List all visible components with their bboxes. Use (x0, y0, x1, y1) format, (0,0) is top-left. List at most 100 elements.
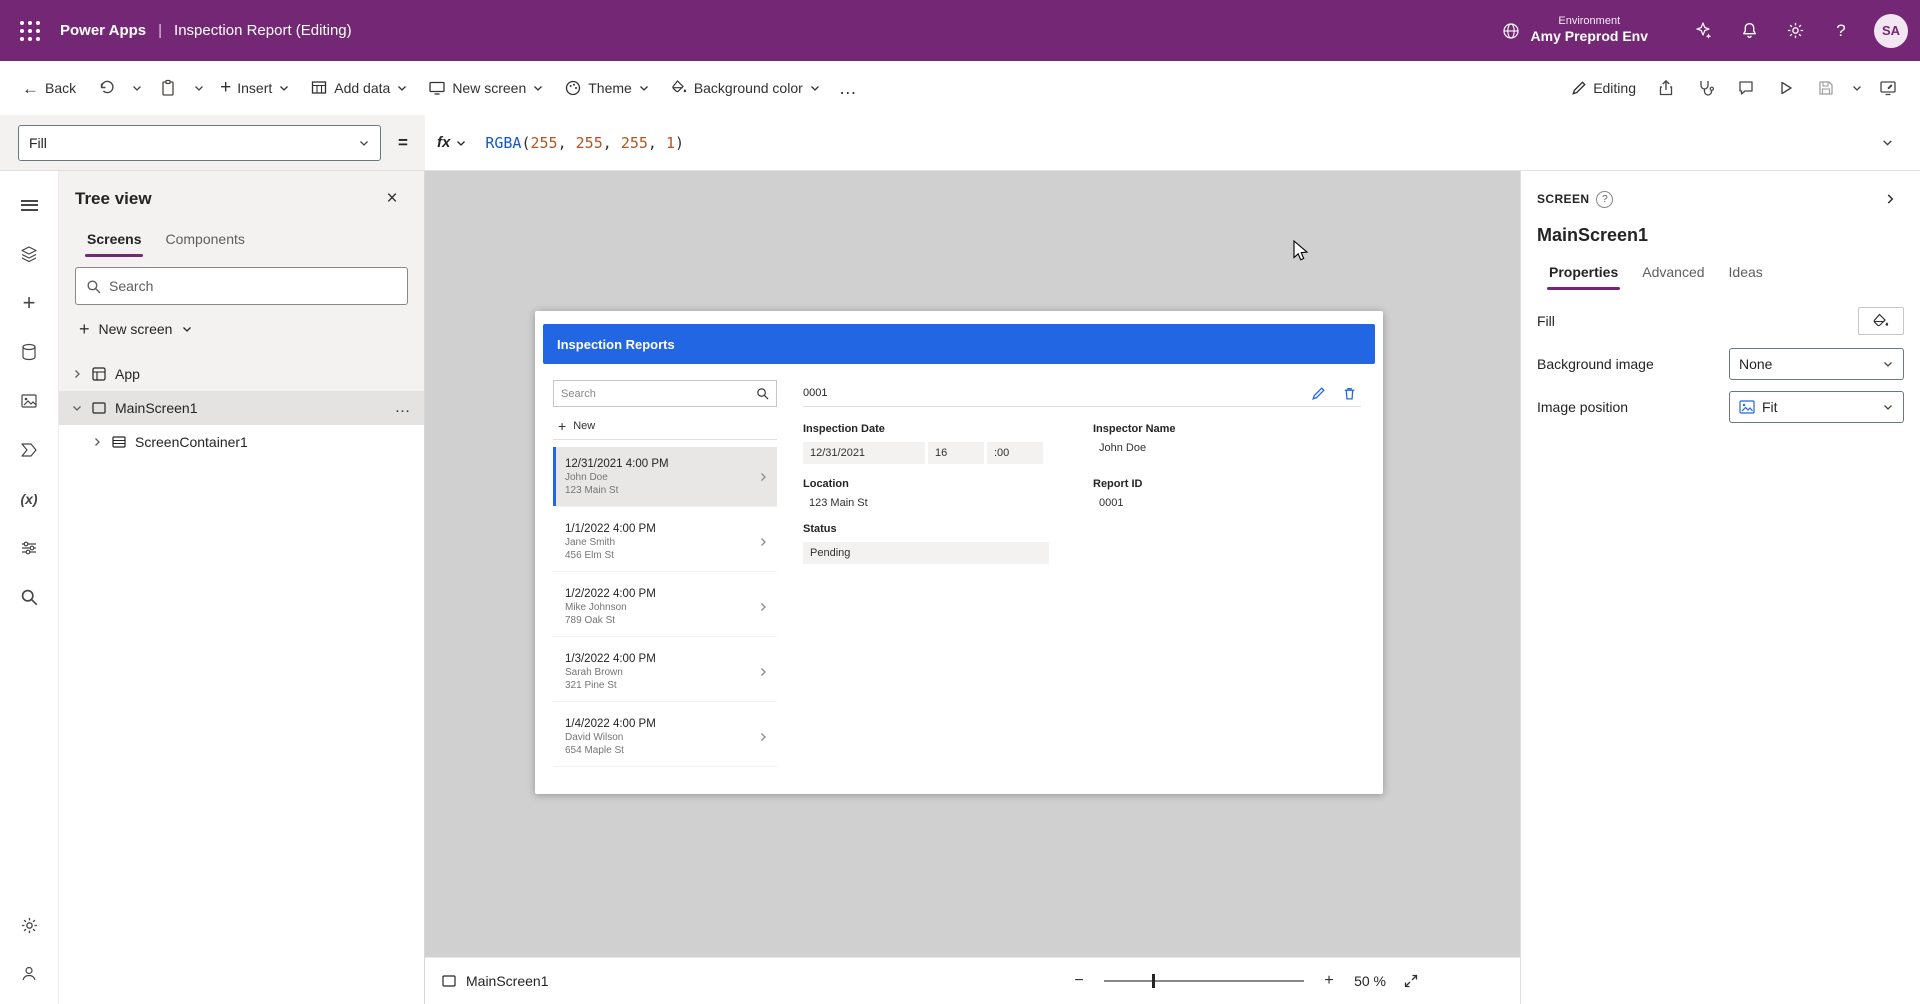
formula-bar-expand-button[interactable] (1864, 115, 1910, 170)
chevron-down-icon (1882, 401, 1894, 413)
close-tree-view-button[interactable]: × (376, 183, 408, 215)
avatar[interactable]: SA (1874, 14, 1908, 48)
save-options-dropdown[interactable] (1846, 68, 1868, 108)
inspection-date-input[interactable]: 12/31/2021 (803, 442, 925, 464)
record-list-item[interactable]: 1/3/2022 4:00 PM Sarah Brown 321 Pine St (553, 642, 777, 702)
tab-screens[interactable]: Screens (75, 221, 153, 257)
notifications-button[interactable] (1726, 8, 1772, 54)
formula-input[interactable]: RGBA(255, 255, 255, 1) (485, 134, 1864, 152)
rail-tree-view-button[interactable] (9, 234, 49, 274)
power-automate-icon (19, 440, 39, 460)
tab-components[interactable]: Components (153, 221, 256, 257)
record-list-item[interactable]: 1/1/2022 4:00 PM Jane Smith 456 Elm St (553, 512, 777, 572)
environment-picker[interactable]: Environment Amy Preprod Env (1483, 0, 1666, 61)
copilot-icon (1693, 21, 1713, 41)
waffle-menu-button[interactable] (0, 0, 60, 61)
delete-record-button[interactable] (1342, 386, 1357, 401)
background-image-select[interactable]: None (1729, 348, 1904, 380)
rail-variables-button[interactable]: (x) (9, 479, 49, 519)
rail-account-button[interactable] (9, 954, 49, 994)
inspection-minute-input[interactable]: :00 (987, 442, 1043, 464)
tab-advanced[interactable]: Advanced (1630, 254, 1716, 290)
zoom-slider[interactable] (1104, 971, 1304, 991)
current-screen-indicator[interactable]: MainScreen1 (441, 973, 549, 989)
rail-power-automate-button[interactable] (9, 430, 49, 470)
tab-ideas[interactable]: Ideas (1717, 254, 1775, 290)
preview-play-button[interactable] (1766, 68, 1806, 108)
inspection-hour-input[interactable]: 16 (928, 442, 984, 464)
field-status: Status Pending (803, 523, 1093, 564)
app-name[interactable]: Power Apps (60, 22, 146, 39)
properties-tabs: Properties Advanced Ideas (1537, 254, 1904, 290)
app-preview[interactable]: Inspection Reports + New (535, 311, 1383, 794)
image-position-select[interactable]: Fit (1729, 391, 1904, 423)
zoom-in-button[interactable]: + (1316, 968, 1342, 994)
add-data-button[interactable]: Add data (300, 68, 418, 108)
tree-item-app[interactable]: App (59, 357, 424, 391)
screen-edit-icon (1879, 79, 1897, 97)
left-rail: + (x) (0, 171, 59, 1004)
edit-record-button[interactable] (1311, 386, 1326, 401)
record-list-item[interactable]: 1/2/2022 4:00 PM Mike Johnson 789 Oak St (553, 577, 777, 637)
share-button[interactable] (1646, 68, 1686, 108)
chevron-down-icon (396, 82, 408, 94)
fx-dropdown[interactable]: fx (437, 134, 467, 151)
rail-insert-button[interactable]: + (9, 283, 49, 323)
zoom-slider-thumb[interactable] (1152, 974, 1155, 988)
help-icon: ? (1836, 21, 1845, 41)
field-report-id: Report ID 0001 (1093, 478, 1361, 509)
tab-properties[interactable]: Properties (1537, 254, 1630, 290)
save-button[interactable] (1806, 68, 1846, 108)
design-canvas[interactable]: Inspection Reports + New (425, 171, 1520, 957)
tree-new-screen-button[interactable]: + New screen (75, 307, 197, 351)
insert-button[interactable]: + Insert (210, 68, 300, 108)
settings-button[interactable] (1772, 8, 1818, 54)
zoom-out-button[interactable]: − (1066, 968, 1092, 994)
record-search-box[interactable] (553, 380, 777, 407)
tree-item-screencontainer1[interactable]: ScreenContainer1 (59, 425, 424, 459)
layers-icon (19, 244, 39, 264)
fit-to-window-button[interactable] (1398, 968, 1424, 994)
chevron-down-icon (1881, 136, 1894, 149)
environment-name: Amy Preprod Env (1531, 28, 1648, 46)
rail-settings-button[interactable] (9, 905, 49, 945)
tree-item-more-button[interactable]: … (395, 399, 413, 417)
power-apps-studio: Power Apps | Inspection Report (Editing)… (0, 0, 1920, 1004)
background-color-button[interactable]: Background color (660, 68, 831, 108)
record-search-input[interactable] (561, 388, 756, 400)
rail-advanced-tools-button[interactable] (9, 528, 49, 568)
back-button[interactable]: ← Back (12, 68, 86, 108)
new-screen-button[interactable]: New screen (418, 68, 554, 108)
rail-search-button[interactable] (9, 577, 49, 617)
rail-data-button[interactable] (9, 332, 49, 372)
record-list-item[interactable]: 1/4/2022 4:00 PM David Wilson 654 Maple … (553, 707, 777, 767)
record-list-item[interactable]: 12/31/2021 4:00 PM John Doe 123 Main St (553, 447, 777, 507)
collapse-panel-button[interactable] (1876, 185, 1904, 213)
chevron-down-icon (358, 137, 370, 149)
publish-button[interactable] (1868, 68, 1908, 108)
new-record-button[interactable]: + New (553, 412, 777, 440)
undo-button[interactable] (86, 68, 126, 108)
field-location: Location 123 Main St (803, 478, 1093, 509)
pencil-icon (1311, 386, 1326, 401)
tree-item-mainscreen1[interactable]: MainScreen1 … (59, 391, 424, 425)
theme-button[interactable]: Theme (554, 68, 660, 108)
app-checker-button[interactable] (1686, 68, 1726, 108)
toolbar-overflow-button[interactable]: … (831, 78, 866, 99)
property-selector[interactable]: Fill (18, 125, 381, 161)
collapse-rail-button[interactable] (9, 185, 49, 225)
tree-search-input[interactable] (109, 278, 397, 294)
fill-color-button[interactable] (1858, 307, 1904, 335)
tree-search-box[interactable] (75, 267, 408, 305)
paste-dropdown[interactable] (188, 68, 210, 108)
paste-button[interactable] (148, 68, 188, 108)
status-input[interactable]: Pending (803, 542, 1049, 564)
copilot-button[interactable] (1680, 8, 1726, 54)
table-icon (310, 79, 328, 97)
rail-media-button[interactable] (9, 381, 49, 421)
editing-mode-button[interactable]: Editing (1561, 68, 1646, 108)
help-button[interactable]: ? (1818, 8, 1864, 54)
comments-button[interactable] (1726, 68, 1766, 108)
undo-dropdown[interactable] (126, 68, 148, 108)
document-title: Inspection Report (Editing) (174, 22, 352, 39)
